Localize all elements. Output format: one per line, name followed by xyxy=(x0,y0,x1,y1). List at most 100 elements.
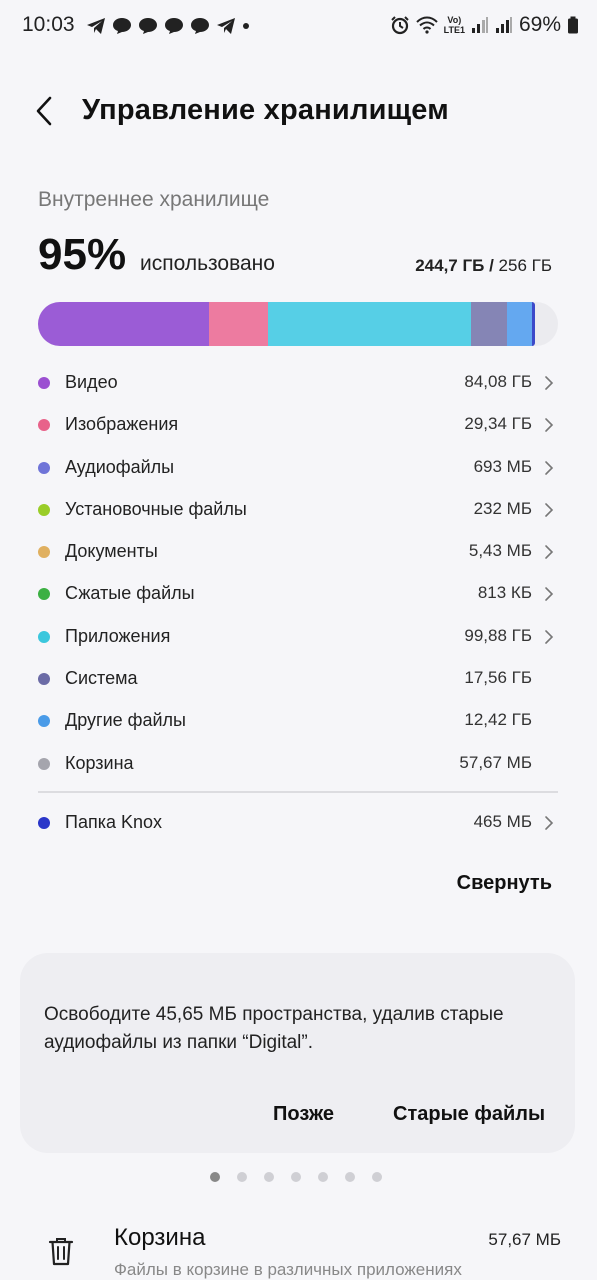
chevron-right-icon xyxy=(545,376,554,390)
category-label: Аудиофайлы xyxy=(65,456,175,477)
page-dot[interactable] xyxy=(291,1172,301,1182)
signal-icon xyxy=(471,17,488,33)
page-dot[interactable] xyxy=(372,1172,382,1182)
category-row[interactable]: Изображения 29,34 ГБ xyxy=(38,404,558,446)
clock: 10:03 xyxy=(22,13,75,36)
category-label: Другие файлы xyxy=(65,710,186,731)
battery-icon xyxy=(568,16,578,34)
category-row[interactable]: Приложения 99,88 ГБ xyxy=(38,616,558,658)
network-type-label: LTE1 xyxy=(443,25,465,35)
knox-folder-row[interactable]: Папка Knox 465 МБ xyxy=(38,802,558,844)
usage-bar-segment xyxy=(208,302,269,346)
chat-bubble-icon xyxy=(139,18,157,34)
category-size: 693 МБ xyxy=(473,456,532,476)
knox-color-dot xyxy=(38,817,50,829)
chat-bubble-icon xyxy=(191,18,209,34)
chevron-right-icon xyxy=(545,816,554,830)
chat-bubble-icon xyxy=(113,18,131,34)
category-row: Корзина 57,67 МБ xyxy=(38,743,558,785)
category-color-dot xyxy=(38,461,50,474)
storage-category-list: Видео 84,08 ГБ Изображения 29,34 ГБ Аудиофай… xyxy=(38,362,558,785)
category-row[interactable]: Документы 5,43 МБ xyxy=(38,531,558,573)
category-label: Система xyxy=(65,668,138,689)
usage-bar-segment xyxy=(268,302,472,346)
category-label: Документы xyxy=(65,541,158,562)
page-dot[interactable] xyxy=(318,1172,328,1182)
chevron-right-icon xyxy=(545,629,554,644)
trash-subtitle: Файлы в корзине в различных приложениях xyxy=(114,1260,462,1279)
category-row[interactable]: Аудиофайлы 693 МБ xyxy=(38,447,558,489)
storage-usage-summary: 95% использовано 244,7 ГБ / 256 ГБ xyxy=(38,230,558,282)
storage-usage-bar xyxy=(38,302,558,346)
app-bar: Управление хранилищем xyxy=(0,80,597,142)
category-row[interactable]: Видео 84,08 ГБ xyxy=(38,362,558,404)
status-indicators: Vo) LTE1 69% xyxy=(390,13,579,37)
chevron-right-icon xyxy=(545,545,554,559)
category-color-dot xyxy=(38,715,50,728)
category-size: 17,56 ГБ xyxy=(464,668,532,688)
category-row[interactable]: Сжатые файлы 813 КБ xyxy=(38,573,558,615)
list-divider xyxy=(38,791,558,793)
usage-label: использовано xyxy=(140,252,275,275)
amount-separator: / xyxy=(489,256,494,275)
page-title: Управление хранилищем xyxy=(82,94,449,126)
alarm-icon xyxy=(390,16,409,35)
notification-icons xyxy=(86,15,250,37)
category-label: Установочные файлы xyxy=(65,498,247,519)
category-size: 29,34 ГБ xyxy=(464,414,532,434)
chevron-right-icon xyxy=(545,587,554,602)
knox-size: 465 МБ xyxy=(473,812,532,831)
used-amount: 244,7 ГБ xyxy=(415,256,485,275)
category-label: Сжатые файлы xyxy=(65,583,195,604)
trash-row[interactable]: Корзина Файлы в корзине в различных прил… xyxy=(0,1218,597,1280)
page-dot[interactable] xyxy=(237,1172,247,1182)
back-arrow-icon[interactable] xyxy=(30,94,62,128)
category-color-dot xyxy=(38,419,50,432)
usage-bar-segment xyxy=(532,302,535,346)
category-size: 12,42 ГБ xyxy=(464,710,532,730)
suggestion-text: Освободите 45,65 МБ пространства, удалив… xyxy=(44,1004,504,1053)
category-size: 84,08 ГБ xyxy=(464,372,532,391)
category-row: Система 17,56 ГБ xyxy=(38,658,558,700)
later-button[interactable]: Позже xyxy=(273,1103,334,1126)
category-label: Корзина xyxy=(65,752,134,773)
status-bar: 10:03 Vo) LTE1 69% xyxy=(0,0,597,52)
page-dot[interactable] xyxy=(210,1172,220,1182)
category-row: Другие файлы 12,42 ГБ xyxy=(38,700,558,742)
signal-icon xyxy=(495,17,512,33)
category-label: Изображения xyxy=(65,414,179,435)
more-notifications-dot-icon xyxy=(243,23,249,29)
telegram-icon xyxy=(87,18,105,34)
chat-bubble-icon xyxy=(165,18,183,34)
usage-bar-segment xyxy=(471,302,507,346)
page-dot[interactable] xyxy=(345,1172,355,1182)
page-dot[interactable] xyxy=(264,1172,274,1182)
wifi-icon xyxy=(415,16,438,34)
storage-section-label: Внутреннее хранилище xyxy=(38,188,270,211)
trash-title: Корзина xyxy=(114,1224,206,1251)
usage-bar-segment xyxy=(506,302,533,346)
usage-amount: 244,7 ГБ / 256 ГБ xyxy=(415,256,552,276)
category-row[interactable]: Установочные файлы 232 МБ xyxy=(38,489,558,531)
category-color-dot xyxy=(38,377,50,389)
chevron-right-icon xyxy=(545,460,554,475)
trash-icon xyxy=(48,1238,74,1266)
total-amount: 256 ГБ xyxy=(498,256,552,275)
chevron-right-icon xyxy=(545,418,554,433)
page-indicator xyxy=(210,1172,382,1182)
usage-bar-segment xyxy=(38,302,209,346)
category-size: 57,67 МБ xyxy=(459,752,532,772)
category-size: 99,88 ГБ xyxy=(464,625,532,645)
collapse-button[interactable]: Свернуть xyxy=(457,872,552,895)
old-files-button[interactable]: Старые файлы xyxy=(393,1103,545,1126)
suggestion-card: Освободите 45,65 МБ пространства, удалив… xyxy=(20,953,575,1153)
category-size: 813 КБ xyxy=(477,583,532,603)
category-color-dot xyxy=(38,503,50,516)
chevron-right-icon xyxy=(545,503,554,517)
category-label: Приложения xyxy=(65,625,171,646)
category-size: 5,43 МБ xyxy=(468,541,532,561)
telegram-icon xyxy=(217,18,235,34)
trash-size: 57,67 МБ xyxy=(488,1230,561,1249)
category-color-dot xyxy=(38,546,50,559)
battery-percent: 69% xyxy=(518,13,561,36)
